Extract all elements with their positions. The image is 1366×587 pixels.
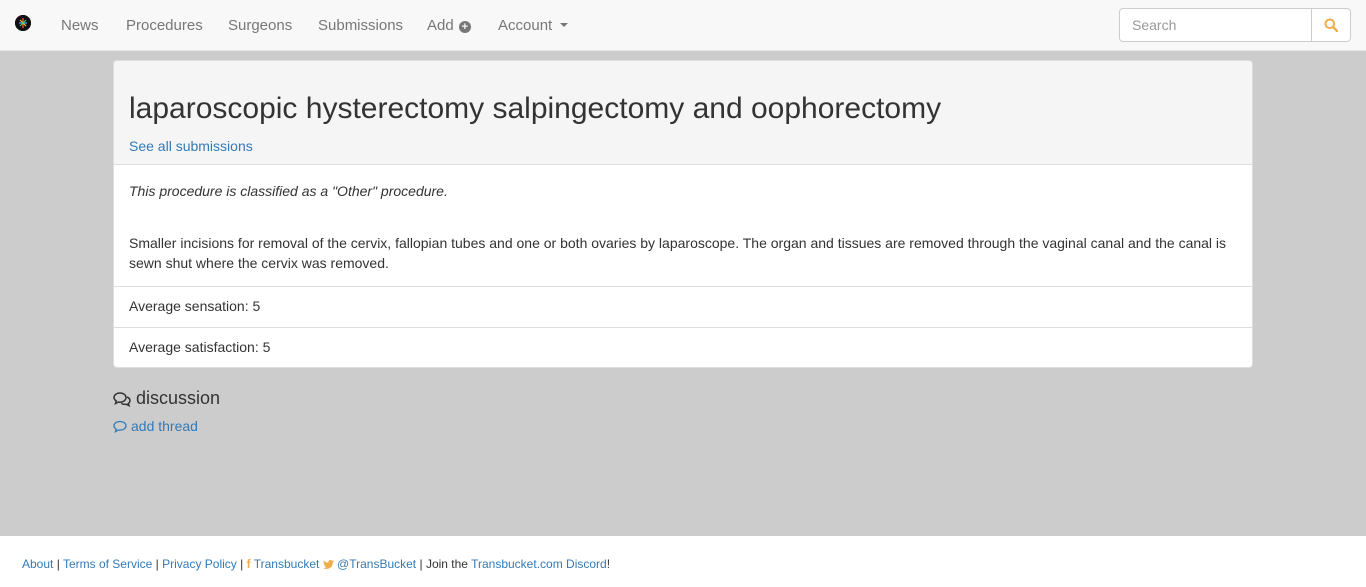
panel-heading: laparoscopic hysterectomy salpingectomy … xyxy=(114,61,1252,165)
site-logo-icon[interactable] xyxy=(15,15,31,31)
footer-separator: | xyxy=(419,557,423,571)
facebook-icon: f xyxy=(246,557,251,571)
comment-icon xyxy=(113,420,127,433)
nav-news[interactable]: News xyxy=(61,0,99,51)
search-button[interactable] xyxy=(1311,8,1351,42)
procedure-description: Smaller incisions for removal of the cer… xyxy=(129,235,1227,271)
nav-add-label: Add xyxy=(427,17,454,34)
search-input[interactable] xyxy=(1119,8,1312,42)
navbar: News Procedures Surgeons Submissions Add… xyxy=(0,0,1366,51)
twitter-icon xyxy=(322,560,334,569)
footer-discord-link[interactable]: Transbucket.com Discord xyxy=(471,557,607,571)
footer-privacy-link[interactable]: Privacy Policy xyxy=(162,557,237,571)
average-sensation: Average sensation: 5 xyxy=(114,286,1252,327)
nav-submissions[interactable]: Submissions xyxy=(318,0,403,51)
footer-separator: | xyxy=(155,557,159,571)
nav-account-label: Account xyxy=(498,17,553,34)
footer-twitter-link[interactable]: @TransBucket xyxy=(337,557,416,571)
procedure-panel: laparoscopic hysterectomy salpingectomy … xyxy=(113,60,1253,368)
see-all-submissions-link[interactable]: See all submissions xyxy=(129,138,253,154)
footer-facebook-link[interactable]: Transbucket xyxy=(254,557,320,571)
discussion-heading-label: discussion xyxy=(136,388,221,408)
footer-separator: | xyxy=(56,557,60,571)
procedure-classification: This procedure is classified as a "Other… xyxy=(129,183,448,199)
plus-circle-icon: + xyxy=(458,21,471,33)
nav-add[interactable]: Add + xyxy=(427,0,471,51)
footer-join-text: Join the xyxy=(425,557,468,571)
footer: About | Terms of Service | Privacy Polic… xyxy=(0,536,1366,587)
average-satisfaction: Average satisfaction: 5 xyxy=(114,327,1252,367)
footer-links: About | Terms of Service | Privacy Polic… xyxy=(22,557,610,571)
footer-about-link[interactable]: About xyxy=(22,557,53,571)
nav-procedures[interactable]: Procedures xyxy=(126,0,203,51)
caret-down-icon xyxy=(560,23,569,27)
footer-exclaim: ! xyxy=(606,557,611,571)
footer-separator: | xyxy=(240,557,244,571)
comments-icon xyxy=(113,391,131,407)
page-title: laparoscopic hysterectomy salpingectomy … xyxy=(129,92,942,125)
nav-surgeons[interactable]: Surgeons xyxy=(228,0,292,51)
nav-account-dropdown[interactable]: Account xyxy=(498,0,569,51)
add-thread-link[interactable]: add thread xyxy=(113,418,198,434)
add-thread-label: add thread xyxy=(131,418,198,434)
footer-terms-link[interactable]: Terms of Service xyxy=(63,557,152,571)
search-icon xyxy=(1324,18,1338,32)
discussion-heading: discussion xyxy=(113,388,220,409)
